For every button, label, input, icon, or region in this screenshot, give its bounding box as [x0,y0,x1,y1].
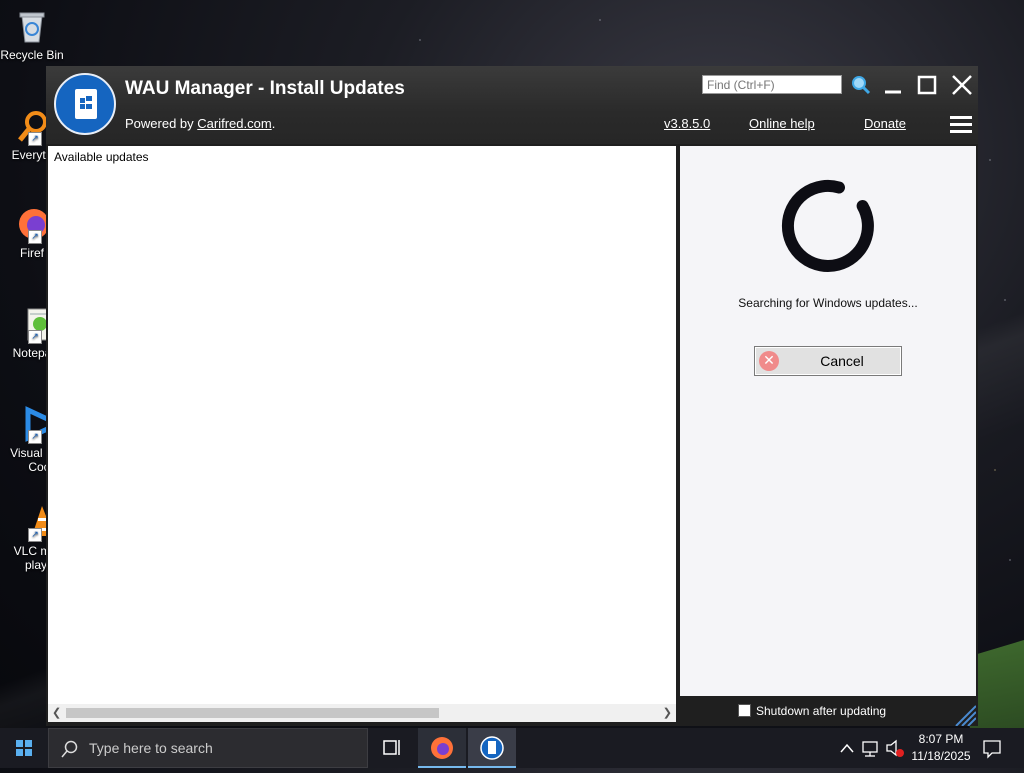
taskbar-firefox[interactable] [418,728,466,768]
task-view-icon [383,740,400,755]
desktop-icon-recycle-bin[interactable]: Recycle Bin [0,8,64,62]
shortcut-arrow-icon: ↗ [28,132,42,146]
wau-manager-window: WAU Manager - Install Updates Powered by… [46,66,978,726]
maximize-button[interactable] [916,74,938,101]
cancel-button-label: Cancel [820,353,864,369]
find-input[interactable] [702,75,842,94]
wau-manager-icon [480,736,504,760]
clock-time: 8:07 PM [918,732,964,746]
show-hidden-icons-button[interactable] [838,728,856,768]
everything-search-icon: ↗ [14,108,50,146]
shutdown-label: Shutdown after updating [756,704,887,718]
vlc-cone-icon: ↗ [14,504,54,542]
resize-grip-icon[interactable] [952,702,976,726]
chevron-up-icon [840,743,854,753]
vscode-icon: ↗ [14,406,64,444]
taskbar-wau-manager[interactable] [468,728,516,768]
shortcut-arrow-icon: ↗ [28,230,42,244]
cancel-button[interactable]: ✕ Cancel [754,346,902,376]
close-button[interactable] [950,73,974,102]
status-text: Searching for Windows updates... [738,296,918,310]
recycle-bin-icon [14,8,50,44]
donate-link[interactable]: Donate [864,116,906,131]
online-help-link[interactable]: Online help [749,116,815,131]
carifred-link[interactable]: Carifred.com [197,116,271,131]
hamburger-menu-icon[interactable] [950,116,972,136]
bottom-bar: Shutdown after updating [680,696,976,726]
available-updates-list[interactable]: Available updates ❮ ❯ [48,146,676,722]
status-panel: Searching for Windows updates... ✕ Cance… [680,146,976,696]
window-title: WAU Manager - Install Updates [125,78,405,99]
windows-logo-icon [16,740,32,756]
notifications-icon[interactable] [980,728,1004,768]
task-view-button[interactable] [368,728,416,768]
notepad-icon: ↗ [14,306,51,344]
loading-spinner-icon [781,179,874,272]
shutdown-after-updating-checkbox[interactable]: Shutdown after updating [738,704,886,718]
wau-logo-icon [54,73,116,135]
horizontal-scrollbar[interactable]: ❮ ❯ [48,704,676,722]
taskbar-search-placeholder: Type here to search [89,740,213,756]
start-button[interactable] [0,728,48,768]
available-updates-label: Available updates [54,150,149,164]
powered-prefix: Powered by [125,116,198,131]
powered-by-text: Powered by Carifred.com. [125,116,275,131]
search-icon [61,740,78,758]
checkbox-box[interactable] [738,704,751,717]
scroll-left-icon[interactable]: ❮ [52,706,61,719]
shortcut-arrow-icon: ↗ [28,528,42,542]
title-bar[interactable]: WAU Manager - Install Updates Powered by… [46,66,978,144]
taskbar-clock[interactable]: 8:07 PM 11/18/2025 [904,731,978,765]
search-icon[interactable] [850,74,872,101]
firefox-icon: ↗ [14,206,50,244]
scrollbar-thumb[interactable] [66,708,439,718]
desktop-icon-label: Recycle Bin [0,48,64,62]
version-link[interactable]: v3.8.5.0 [664,116,710,131]
network-icon[interactable] [860,728,882,768]
volume-muted-icon[interactable] [884,728,906,768]
minimize-button[interactable] [882,74,904,101]
clock-date: 11/18/2025 [911,749,971,763]
firefox-icon [431,737,453,759]
taskbar: Type here to search 8:07 PM 11/18/2025 [0,728,1024,768]
powered-suffix: . [271,116,276,131]
shortcut-arrow-icon: ↗ [28,430,42,444]
scroll-right-icon[interactable]: ❯ [663,706,672,719]
shortcut-arrow-icon: ↗ [28,330,42,344]
taskbar-search-box[interactable]: Type here to search [48,728,368,768]
